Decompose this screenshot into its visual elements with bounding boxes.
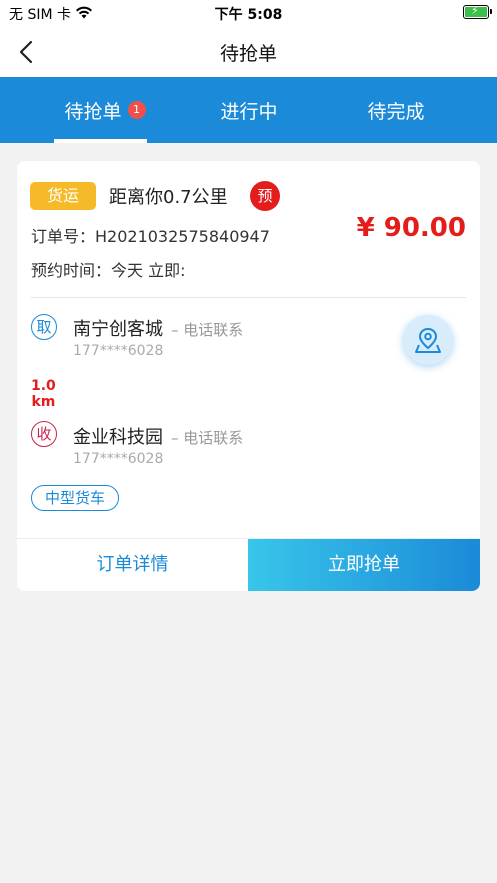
route-distance: 1.0 km — [31, 378, 56, 410]
pickup-contact-link[interactable]: – 电话联系 — [171, 321, 243, 339]
freight-tag: 货运 — [30, 182, 96, 210]
order-number: 订单号：H2021032575840947 — [31, 227, 270, 246]
tab-label: 进行中 — [220, 100, 278, 123]
grab-order-button[interactable]: 立即抢单 — [248, 539, 480, 591]
map-button[interactable] — [403, 315, 453, 365]
nav-bar: 待抢单 — [0, 26, 497, 77]
tab-label: 待抢单 — [64, 100, 122, 123]
charging-bolt-icon: ⚡ — [471, 4, 479, 17]
status-bar: 无 SIM 卡 下午 5:08 ⚡ — [0, 0, 497, 26]
pickup-name: 南宁创客城 — [73, 319, 163, 340]
tab-label: 待完成 — [367, 100, 425, 123]
active-tab-indicator — [54, 139, 147, 143]
tab-in-progress[interactable]: 进行中 — [185, 77, 313, 143]
delivery-name: 金业科技园 — [73, 427, 163, 448]
map-pin-icon — [415, 327, 441, 353]
battery-icon: ⚡ — [463, 4, 492, 19]
vehicle-type-tag: 中型货车 — [31, 485, 120, 511]
route-distance-unit: km — [31, 394, 56, 410]
order-price: ¥ 90.00 — [356, 213, 466, 243]
distance-text: 距离你0.7公里 — [109, 187, 228, 208]
pickup-address: 南宁创客城 – 电话联系 — [73, 315, 243, 341]
delivery-contact-link[interactable]: – 电话联系 — [171, 429, 243, 447]
divider — [31, 297, 466, 298]
tab-count-badge: 1 — [127, 101, 146, 119]
order-detail-button[interactable]: 订单详情 — [17, 539, 248, 591]
pickup-icon: 取 — [31, 314, 57, 340]
tab-bar: 待抢单 1 进行中 待完成 — [0, 77, 497, 143]
route-distance-value: 1.0 — [31, 378, 56, 394]
page-title: 待抢单 — [219, 43, 277, 65]
tab-pending-grab[interactable]: 待抢单 1 — [40, 77, 170, 143]
order-card[interactable]: 货运 距离你0.7公里 预 订单号：H2021032575840947 ¥ 90… — [17, 161, 480, 591]
delivery-icon: 收 — [31, 421, 57, 447]
reservation-badge: 预 — [250, 181, 280, 211]
delivery-address: 金业科技园 – 电话联系 — [73, 423, 243, 449]
appointment-time: 预约时间：今天 立即: — [31, 261, 186, 280]
delivery-phone: 177****6028 — [73, 451, 164, 467]
pickup-phone: 177****6028 — [73, 343, 164, 359]
tab-to-complete[interactable]: 待完成 — [332, 77, 460, 143]
status-time: 下午 5:08 — [214, 7, 283, 23]
